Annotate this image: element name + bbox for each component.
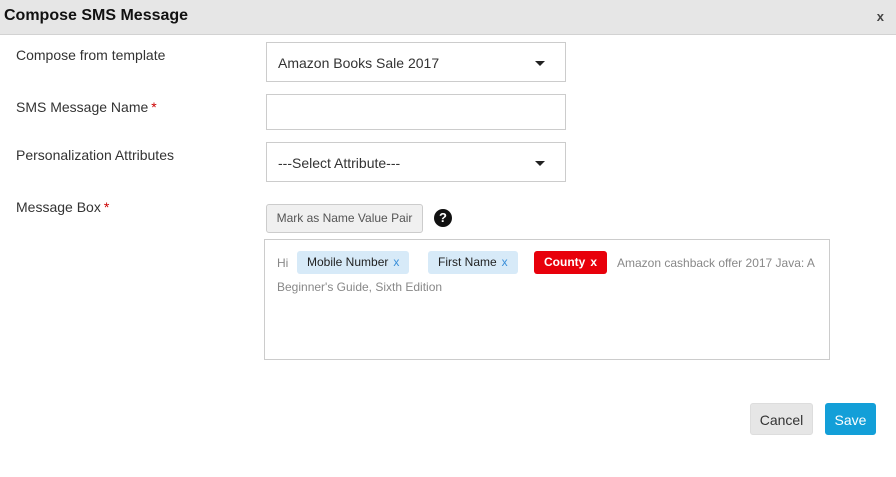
tag-mobile-number: Mobile Number x: [297, 251, 410, 274]
close-icon[interactable]: x: [877, 9, 884, 25]
personalization-select[interactable]: ---Select Attribute---: [266, 142, 566, 182]
personalization-selected-value: ---Select Attribute---: [278, 155, 401, 171]
template-selected-value: Amazon Books Sale 2017: [278, 55, 440, 71]
chevron-down-icon: [535, 61, 545, 66]
dialog-title: Compose SMS Message: [4, 7, 189, 24]
tag-county-error: County x: [534, 251, 608, 274]
template-select[interactable]: Amazon Books Sale 2017: [266, 42, 566, 82]
message-box-label: Message Box *: [16, 199, 109, 215]
template-label-text: Compose from template: [16, 47, 166, 63]
remove-tag-icon[interactable]: x: [393, 255, 399, 269]
chevron-down-icon: [535, 161, 545, 166]
personalization-label: Personalization Attributes: [16, 147, 174, 163]
message-prefix-text: Hi: [277, 256, 289, 270]
personalization-label-text: Personalization Attributes: [16, 147, 174, 163]
compose-sms-dialog: Compose SMS Message x Compose from templ…: [0, 0, 896, 477]
tag-first-name: First Name x: [428, 251, 518, 274]
message-body-line-2: Beginner's Guide, Sixth Edition: [277, 280, 443, 294]
required-asterisk: *: [151, 99, 157, 115]
message-box-label-text: Message Box: [16, 199, 101, 215]
tag-label: First Name: [438, 255, 497, 269]
message-box-editor[interactable]: Hi Mobile Number x First Name x County x Am…: [264, 239, 830, 360]
remove-tag-icon[interactable]: x: [590, 255, 597, 269]
tag-label: County: [544, 255, 586, 269]
message-body-line-1: Amazon cashback offer 2017 Java: A: [617, 256, 815, 270]
message-name-label: SMS Message Name *: [16, 99, 157, 115]
save-button[interactable]: Save: [825, 403, 876, 435]
help-icon[interactable]: ?: [434, 209, 452, 227]
cancel-button[interactable]: Cancel: [750, 403, 813, 435]
required-asterisk: *: [103, 199, 110, 215]
message-name-label-text: SMS Message Name: [16, 99, 149, 115]
tag-label: Mobile Number: [307, 255, 389, 269]
remove-tag-icon[interactable]: x: [502, 255, 508, 269]
dialog-header: Compose SMS Message x: [0, 0, 896, 35]
message-name-input[interactable]: [266, 94, 566, 130]
mark-name-value-pair-button[interactable]: Mark as Name Value Pair: [266, 204, 423, 233]
template-label: Compose from template: [16, 47, 165, 63]
